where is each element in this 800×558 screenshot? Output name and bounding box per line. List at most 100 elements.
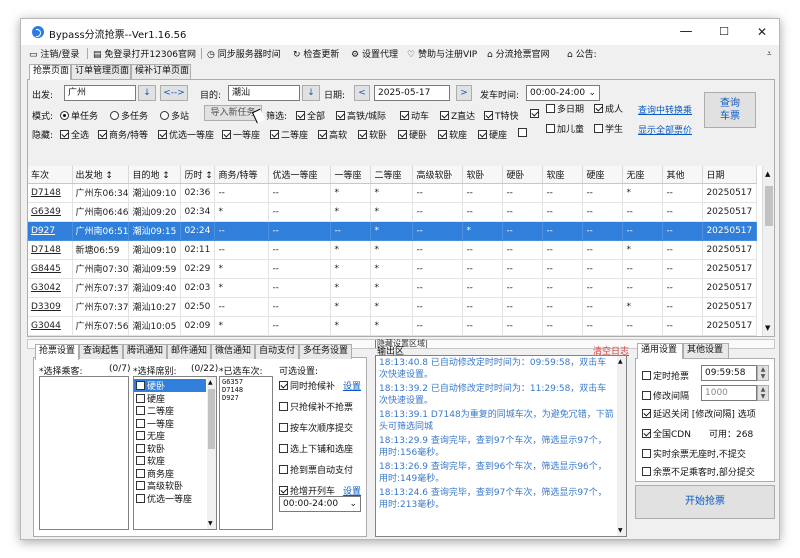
log-scrollbar[interactable]: ▲ ▼ bbox=[617, 356, 626, 536]
table-row[interactable]: G3042 广州东07:37 潮汕09:40 02:03 * -- * * -- -- -- -- --… bbox=[28, 278, 758, 298]
column-header[interactable]: 软座 bbox=[542, 166, 584, 184]
table-row[interactable]: D7148 广州东06:34 潮汕09:10 02:36 -- -- * * -- -- -- -- -… bbox=[28, 183, 758, 203]
timed-input[interactable]: 09:59:58 bbox=[701, 365, 757, 381]
seat-list-scrollbar[interactable]: ▲ ▼ bbox=[207, 377, 216, 529]
bottom-tab[interactable]: 腾讯通知 bbox=[123, 344, 167, 359]
hide-soft-seat-checkbox[interactable]: 软座 bbox=[438, 128, 467, 141]
seat-option[interactable]: 无座 bbox=[134, 429, 216, 442]
column-header[interactable]: 商务/特等 bbox=[214, 166, 270, 184]
minimize-button[interactable]: — bbox=[667, 19, 705, 45]
berth-seat-checkbox[interactable]: 选上下铺和选座 bbox=[279, 442, 353, 455]
column-header[interactable]: 出发地 ↕ bbox=[72, 166, 130, 184]
filter-z-checkbox[interactable]: Z直达 bbox=[440, 109, 475, 122]
tab-ticket-page[interactable]: 抢票页面 bbox=[29, 64, 71, 80]
sync-candidate-checkbox[interactable]: 同时抢候补 bbox=[279, 379, 335, 392]
child-checkbox[interactable]: 加儿童 bbox=[546, 122, 584, 135]
passenger-list[interactable] bbox=[39, 376, 129, 530]
swap-button[interactable]: <--> bbox=[160, 85, 188, 101]
adult-checkbox[interactable]: 成人 bbox=[594, 102, 623, 115]
tab-other-settings[interactable]: 其他设置 bbox=[683, 343, 729, 358]
seat-option[interactable]: 硬座 bbox=[134, 392, 216, 405]
menu-login[interactable]: ▭ 注销/登录 bbox=[29, 47, 79, 60]
multi-station-radio[interactable]: 多站 bbox=[160, 109, 189, 122]
train-number-cell[interactable]: D7148 bbox=[28, 183, 73, 203]
train-number-cell[interactable]: G3042 bbox=[28, 278, 73, 298]
time-select[interactable]: 00:00-24:00 ⌄ bbox=[526, 85, 600, 101]
bottom-tab[interactable]: 自动支付 bbox=[255, 344, 299, 359]
grab-time-select[interactable]: 00:00-24:00 ⌄ bbox=[279, 496, 361, 512]
train-number-cell[interactable]: G3042 bbox=[28, 335, 73, 336]
hide-business-checkbox[interactable]: 商务/特等 bbox=[98, 128, 148, 141]
table-row[interactable]: G6349 广州南06:46 潮汕09:20 02:34 * -- * * -- -- -- -- --… bbox=[28, 202, 758, 222]
interval-spinner[interactable]: ▲ ▼ bbox=[757, 385, 769, 401]
table-row[interactable]: D7148 新塘06:59 潮汕09:10 02:11 -- -- * * -- -- -- -- --… bbox=[28, 240, 758, 260]
train-number-cell[interactable]: G3044 bbox=[28, 316, 73, 336]
hide-first-checkbox[interactable]: 一等座 bbox=[222, 128, 260, 141]
train-number-cell[interactable]: D7148 bbox=[28, 240, 73, 260]
prev-date-button[interactable]: < bbox=[354, 85, 370, 101]
hide-hard-sleeper-checkbox[interactable]: 硬卧 bbox=[398, 128, 427, 141]
scroll-up-icon[interactable]: ▲ bbox=[618, 358, 623, 365]
tab-order-page[interactable]: 订单管理页面 bbox=[71, 64, 131, 79]
auto-pay-checkbox[interactable]: 抢到票自动支付 bbox=[279, 463, 353, 476]
close-button[interactable]: ✕ bbox=[743, 19, 779, 45]
to-input[interactable]: 潮汕 bbox=[228, 85, 300, 101]
table-row[interactable]: G8445 广州南07:30 潮汕09:59 02:29 * -- * * -- -- -- -- --… bbox=[28, 259, 758, 279]
seat-option[interactable]: 商务座 bbox=[134, 467, 216, 480]
hide-other-checkbox[interactable] bbox=[518, 128, 529, 139]
seat-option[interactable]: 一等座 bbox=[134, 417, 216, 430]
train-number-cell[interactable]: G6349 bbox=[28, 202, 73, 222]
train-number-cell[interactable]: D927 bbox=[28, 221, 73, 241]
query-button[interactable]: 查询 车票 bbox=[704, 92, 756, 128]
seat-option[interactable]: 软座 bbox=[134, 454, 216, 467]
menu-open-12306[interactable]: ▤ 免登录打开12306官网 bbox=[93, 47, 196, 60]
seat-option[interactable]: 优选一等座 bbox=[134, 492, 216, 505]
menu-website[interactable]: ⌂ 分流抢票官网 bbox=[487, 47, 550, 60]
next-date-button[interactable]: > bbox=[456, 85, 472, 101]
tab-candidate-page[interactable]: 候补订单页面 bbox=[131, 64, 191, 79]
seat-list[interactable]: 硬卧 硬座 二等座 一等座 无座 软卧 软座 商务座 高级软卧 优选一等座 ▲ ▼ bbox=[133, 376, 217, 530]
table-row[interactable]: G3042新塘08:02潮汕09:4001:38*--**-----------… bbox=[28, 335, 758, 336]
by-order-checkbox[interactable]: 按车次顺序提交 bbox=[279, 421, 353, 434]
scroll-thumb[interactable] bbox=[208, 389, 215, 449]
table-row[interactable]: G3044 广州东07:56 潮汕10:05 02:09 * -- * * -- -- -- -- --… bbox=[28, 316, 758, 336]
table-scrollbar[interactable]: ▲ ▼ bbox=[762, 166, 774, 336]
interval-checkbox[interactable]: 修改间隔 bbox=[642, 389, 689, 402]
candidate-setting-link[interactable]: 设置 bbox=[343, 379, 361, 392]
selected-trains-list[interactable]: G6357 D7148 D927 bbox=[219, 376, 273, 530]
multi-date-checkbox[interactable]: 多日期 bbox=[546, 102, 584, 115]
menu-sync-time[interactable]: ◷ 同步服务器时间 bbox=[207, 47, 281, 60]
seat-option[interactable]: 二等座 bbox=[134, 404, 216, 417]
scroll-down-icon[interactable]: ▼ bbox=[618, 527, 623, 534]
menu-check-update[interactable]: ↻ 检查更新 bbox=[293, 47, 339, 60]
partial-checkbox[interactable]: 余票不足乘客时,部分提交 bbox=[642, 465, 755, 478]
scroll-up-icon[interactable]: ▲ bbox=[208, 379, 213, 386]
column-header[interactable]: 无座 bbox=[622, 166, 664, 184]
selected-train-item[interactable]: G6357 bbox=[222, 378, 270, 386]
bottom-tab[interactable]: 查询起售 bbox=[79, 344, 123, 359]
column-header[interactable]: 软卧 bbox=[462, 166, 504, 184]
selected-train-item[interactable]: D927 bbox=[222, 394, 270, 402]
column-header[interactable]: 日期 bbox=[702, 166, 758, 184]
menu-vip[interactable]: ♡ 赞助与注册VIP bbox=[407, 47, 477, 60]
filter-other-checkbox[interactable] bbox=[530, 109, 541, 120]
delay-close-checkbox[interactable]: 延迟关闭 [修改间隔] 选项 bbox=[642, 407, 756, 420]
from-input[interactable]: 广州 bbox=[64, 85, 136, 101]
table-row[interactable]: D3309 广州东07:37 潮汕10:27 02:50 -- -- * * -- -- -- -- -… bbox=[28, 297, 758, 317]
bottom-tab[interactable]: 微信通知 bbox=[211, 344, 255, 359]
all-price-link[interactable]: 显示全部票价 bbox=[638, 123, 692, 136]
single-task-radio[interactable]: 单任务 bbox=[60, 109, 98, 122]
train-number-cell[interactable]: D3309 bbox=[28, 297, 73, 317]
seat-option[interactable]: 软卧 bbox=[134, 442, 216, 455]
menu-proxy[interactable]: ⚙ 设置代理 bbox=[351, 47, 398, 60]
multi-task-radio[interactable]: 多任务 bbox=[110, 109, 148, 122]
menu-notice[interactable]: ⌂ 公告: bbox=[567, 47, 597, 60]
column-header[interactable]: 车次 bbox=[28, 166, 73, 184]
column-header[interactable]: 其他 bbox=[662, 166, 704, 184]
hide-high-soft-checkbox[interactable]: 高软 bbox=[318, 128, 347, 141]
column-header[interactable]: 高级软卧 bbox=[412, 166, 464, 184]
filter-d-checkbox[interactable]: 动车 bbox=[400, 109, 429, 122]
bottom-tab[interactable]: 邮件通知 bbox=[167, 344, 211, 359]
from-dropdown-icon[interactable]: ↓ bbox=[138, 85, 156, 101]
to-dropdown-icon[interactable]: ↓ bbox=[302, 85, 320, 101]
